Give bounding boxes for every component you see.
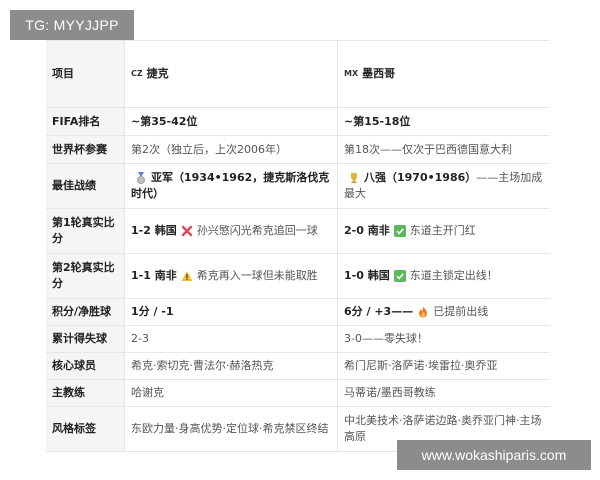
header-item-label: 项目 [52, 67, 74, 80]
cz-cell: 希克·索切克·曹法尔·赫洛热克 [124, 353, 337, 379]
cz-value: ~第35-42位 [131, 114, 198, 128]
cz-cell: 2-3 [124, 326, 337, 352]
row-label-text: 最佳战绩 [52, 179, 96, 192]
cz-cell: 哈谢克 [124, 380, 337, 406]
table-row: 最佳战绩 亚军（1934•1962，捷克斯洛伐克时代） 八强（1970•1986… [46, 164, 550, 209]
trophy-icon [351, 173, 357, 184]
table-row: 世界杯参赛 第2次（独立后，上次2006年） 第18次——仅次于巴西德国意大利 [46, 136, 550, 164]
watermark-top: TG: MYYJJPP [10, 10, 134, 40]
header-item: 项目 [46, 41, 124, 107]
mx-cell: 3-0——零失球！ [337, 326, 550, 352]
mx-value-bold: 1-0 韩国 [344, 269, 390, 282]
mx-cell: 6分 / +3—— 已提前出线 [337, 299, 550, 325]
cz-flag-code: CZ [131, 69, 143, 78]
cz-value: 希克·索切克·曹法尔·赫洛热克 [131, 359, 274, 372]
cz-cell: 第2次（独立后，上次2006年） [124, 136, 337, 163]
header-mx: MX 墨西哥 [337, 41, 550, 107]
mx-cell: 1-0 韩国 东道主锁定出线！ [337, 254, 550, 298]
mx-flag-code: MX [344, 69, 359, 78]
red-cross-icon [181, 225, 192, 237]
cz-cell: 1-1 南非 希克再入一球但未能取胜 [124, 254, 337, 298]
table-row: 主教练 哈谢克 马蒂诺/墨西哥教练 [46, 380, 550, 407]
row-label: 积分/净胜球 [46, 299, 124, 325]
row-label: 最佳战绩 [46, 164, 124, 208]
table-row: FIFA排名 ~第35-42位 ~第15-18位 [46, 108, 550, 136]
mx-cell: 希门尼斯·洛萨诺·埃雷拉·奥乔亚 [337, 353, 550, 379]
mx-cell: 八强（1970•1986）——主场加成最大 [337, 164, 550, 208]
mx-value: ~第15-18位 [344, 114, 411, 128]
mx-value-rest: 东道主开门红 [409, 224, 476, 237]
cz-cell: 亚军（1934•1962，捷克斯洛伐克时代） [124, 164, 337, 208]
mx-value: 希门尼斯·洛萨诺·埃雷拉·奥乔亚 [344, 359, 498, 372]
header-cz-label: 捷克 [146, 67, 169, 80]
cz-cell: 东欧力量·身高优势·定位球·希克禁区终结 [124, 407, 337, 451]
row-label: 累计得失球 [46, 326, 124, 352]
mx-value: 第18次——仅次于巴西德国意大利 [344, 142, 512, 156]
mx-value-bold: 八强（1970•1986） [364, 171, 477, 184]
cz-value-bold: 1-1 南非 [131, 269, 177, 282]
mx-value-bold: 2-0 南非 [344, 224, 390, 237]
table-row: 第1轮真实比分 1-2 韩国 孙兴慜闪光希克追回一球 2-0 南非 东道主开门红 [46, 209, 550, 254]
green-check-icon [393, 270, 406, 282]
cz-value: 东欧力量·身高优势·定位球·希克禁区终结 [131, 422, 329, 435]
table-row: 核心球员 希克·索切克·曹法尔·赫洛热克 希门尼斯·洛萨诺·埃雷拉·奥乔亚 [46, 353, 550, 380]
row-label: 核心球员 [46, 353, 124, 379]
table-row: 第2轮真实比分 1-1 南非 希克再入一球但未能取胜 1-0 韩国 东道主锁定出线！ [46, 254, 550, 299]
row-label-text: 累计得失球 [52, 332, 107, 345]
row-label-text: 第1轮真实比分 [52, 216, 115, 245]
mx-value: 马蒂诺/墨西哥教练 [344, 386, 436, 399]
cz-cell: ~第35-42位 [124, 108, 337, 135]
row-label: FIFA排名 [46, 108, 124, 135]
row-label-text: FIFA排名 [52, 114, 101, 128]
row-label-text: 第2轮真实比分 [52, 261, 115, 290]
cz-value-bold: 1-2 韩国 [131, 224, 177, 237]
mx-value: 3-0——零失球！ [344, 332, 428, 345]
table-row: 积分/净胜球 1分 / -1 6分 / +3—— 已提前出线 [46, 299, 550, 326]
table-header-row: 项目 CZ 捷克 MX 墨西哥 [46, 41, 550, 108]
mx-value-rest: 已提前出线 [433, 305, 489, 318]
row-label: 风格标签 [46, 407, 124, 451]
mx-value-rest: 东道主锁定出线！ [409, 269, 498, 282]
mx-cell: ~第15-18位 [337, 108, 550, 135]
mx-value-bold: 6分 / +3—— [344, 305, 414, 318]
cz-value: 1分 / -1 [131, 305, 174, 318]
cz-cell: 1分 / -1 [124, 299, 337, 325]
cz-value: 2-3 [131, 332, 149, 345]
mx-cell: 马蒂诺/墨西哥教练 [337, 380, 550, 406]
warning-icon [181, 271, 193, 281]
mx-cell: 2-0 南非 东道主开门红 [337, 209, 550, 253]
cz-value-rest: 孙兴慜闪光希克追回一球 [196, 224, 318, 237]
row-label-text: 积分/净胜球 [52, 305, 112, 318]
cz-value-bold: 亚军（1934•1962，捷克斯洛伐克时代） [131, 171, 330, 200]
cz-value: 第2次（独立后，上次2006年） [131, 142, 287, 156]
mx-cell: 第18次——仅次于巴西德国意大利 [337, 136, 550, 163]
row-label: 世界杯参赛 [46, 136, 124, 163]
cz-cell: 1-2 韩国 孙兴慜闪光希克追回一球 [124, 209, 337, 253]
comparison-table: 项目 CZ 捷克 MX 墨西哥 FIFA排名 ~第35-42位 ~第15-18位… [46, 40, 550, 452]
header-mx-label: 墨西哥 [362, 67, 396, 80]
row-label-text: 世界杯参赛 [52, 142, 107, 156]
row-label: 第1轮真实比分 [46, 209, 124, 253]
fire-icon [419, 306, 428, 318]
row-label-text: 主教练 [52, 386, 85, 399]
silver-medal-icon [137, 172, 145, 184]
row-label: 主教练 [46, 380, 124, 406]
header-cz: CZ 捷克 [124, 41, 337, 107]
green-check-icon [393, 225, 406, 237]
cz-value-rest: 希克再入一球但未能取胜 [196, 269, 318, 282]
table-row: 累计得失球 2-3 3-0——零失球！ [46, 326, 550, 353]
row-label: 第2轮真实比分 [46, 254, 124, 298]
row-label-text: 核心球员 [52, 359, 96, 372]
row-label-text: 风格标签 [52, 422, 96, 435]
cz-value: 哈谢克 [131, 386, 164, 399]
watermark-bottom: www.wokashiparis.com [397, 440, 591, 470]
